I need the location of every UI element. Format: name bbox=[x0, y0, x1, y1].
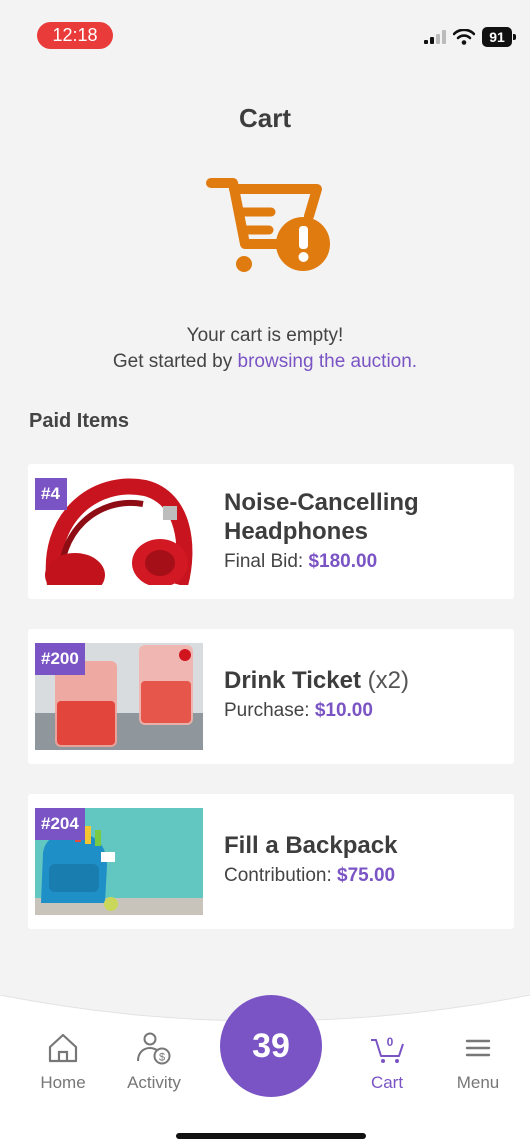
nav-home-label: Home bbox=[40, 1073, 86, 1092]
item-name-text: Drink Ticket bbox=[224, 667, 361, 694]
empty-cart-line: Your cart is empty! bbox=[186, 325, 344, 346]
item-number-badge: #204 bbox=[35, 808, 85, 840]
cart-count-badge: 0 bbox=[387, 1035, 394, 1049]
hint-prefix: Get started by bbox=[112, 351, 238, 372]
price-label: Contribution: bbox=[224, 865, 332, 886]
item-price-line: Contribution: $75.00 bbox=[224, 865, 504, 887]
nav-activity[interactable]: $ Activity bbox=[114, 1030, 194, 1093]
nav-menu-label: Menu bbox=[456, 1073, 500, 1092]
item-name: Drink Ticket (x2) bbox=[224, 666, 504, 695]
paid-item-card[interactable]: #204 Fill a Backpack Contribution: $75.0… bbox=[28, 794, 514, 929]
nav-activity-label: Activity bbox=[127, 1073, 181, 1092]
status-icons: 91 bbox=[424, 27, 516, 47]
paid-item-card[interactable]: #4 Noise-Cancelling Headphones Final Bid… bbox=[28, 464, 514, 599]
home-icon bbox=[48, 1033, 78, 1063]
app-screen: 12:18 91 Cart Your cart is empty! Get st… bbox=[0, 0, 530, 1148]
browse-auction-link[interactable]: browsing the auction. bbox=[238, 351, 418, 372]
activity-icon: $ bbox=[137, 1032, 171, 1065]
wifi-icon bbox=[453, 29, 475, 45]
nav-cart-label: Cart bbox=[370, 1073, 404, 1092]
price-value: $180.00 bbox=[308, 551, 378, 572]
bottom-nav: Home $ Activity 39 0 Cart Menu bbox=[0, 995, 530, 1148]
page-title: Cart bbox=[238, 103, 291, 133]
battery-icon: 91 bbox=[482, 27, 516, 47]
home-indicator bbox=[176, 1133, 366, 1139]
price-label: Final Bid: bbox=[224, 551, 304, 572]
price-value: $10.00 bbox=[314, 700, 373, 721]
item-info: Drink Ticket (x2) Purchase: $10.00 bbox=[224, 666, 504, 722]
count-button[interactable]: 39 bbox=[220, 995, 322, 1097]
nav-menu[interactable]: Menu bbox=[438, 1030, 518, 1093]
nav-cart[interactable]: 0 Cart bbox=[347, 1030, 427, 1093]
status-time: 12:18 bbox=[37, 22, 113, 49]
item-info: Fill a Backpack Contribution: $75.00 bbox=[224, 831, 504, 887]
empty-cart-message: Your cart is empty! Get started by brows… bbox=[0, 323, 530, 375]
item-price-line: Final Bid: $180.00 bbox=[224, 551, 504, 573]
signal-icon bbox=[424, 30, 446, 44]
item-number-badge: #4 bbox=[35, 478, 67, 510]
item-price-line: Purchase: $10.00 bbox=[224, 700, 504, 722]
price-label: Purchase: bbox=[224, 700, 310, 721]
svg-text:$: $ bbox=[159, 1052, 165, 1064]
item-name: Fill a Backpack bbox=[224, 832, 398, 859]
paid-item-card[interactable]: #200 Drink Ticket (x2) Purchase: $10.00 bbox=[28, 629, 514, 764]
item-info: Noise-Cancelling Headphones Final Bid: $… bbox=[224, 488, 504, 573]
item-name: Noise-Cancelling Headphones bbox=[224, 489, 419, 545]
price-value: $75.00 bbox=[337, 865, 396, 886]
paid-items-heading: Paid Items bbox=[29, 410, 130, 432]
cart-icon: 0 bbox=[371, 1035, 404, 1063]
item-quantity: (x2) bbox=[367, 667, 409, 694]
empty-cart-hint: Get started by browsing the auction. bbox=[0, 349, 530, 375]
nav-home[interactable]: Home bbox=[23, 1030, 103, 1093]
empty-cart-alert-icon bbox=[206, 178, 330, 272]
item-number-badge: #200 bbox=[35, 643, 85, 675]
menu-icon bbox=[465, 1039, 491, 1057]
status-bar: 12:18 91 bbox=[0, 0, 530, 60]
